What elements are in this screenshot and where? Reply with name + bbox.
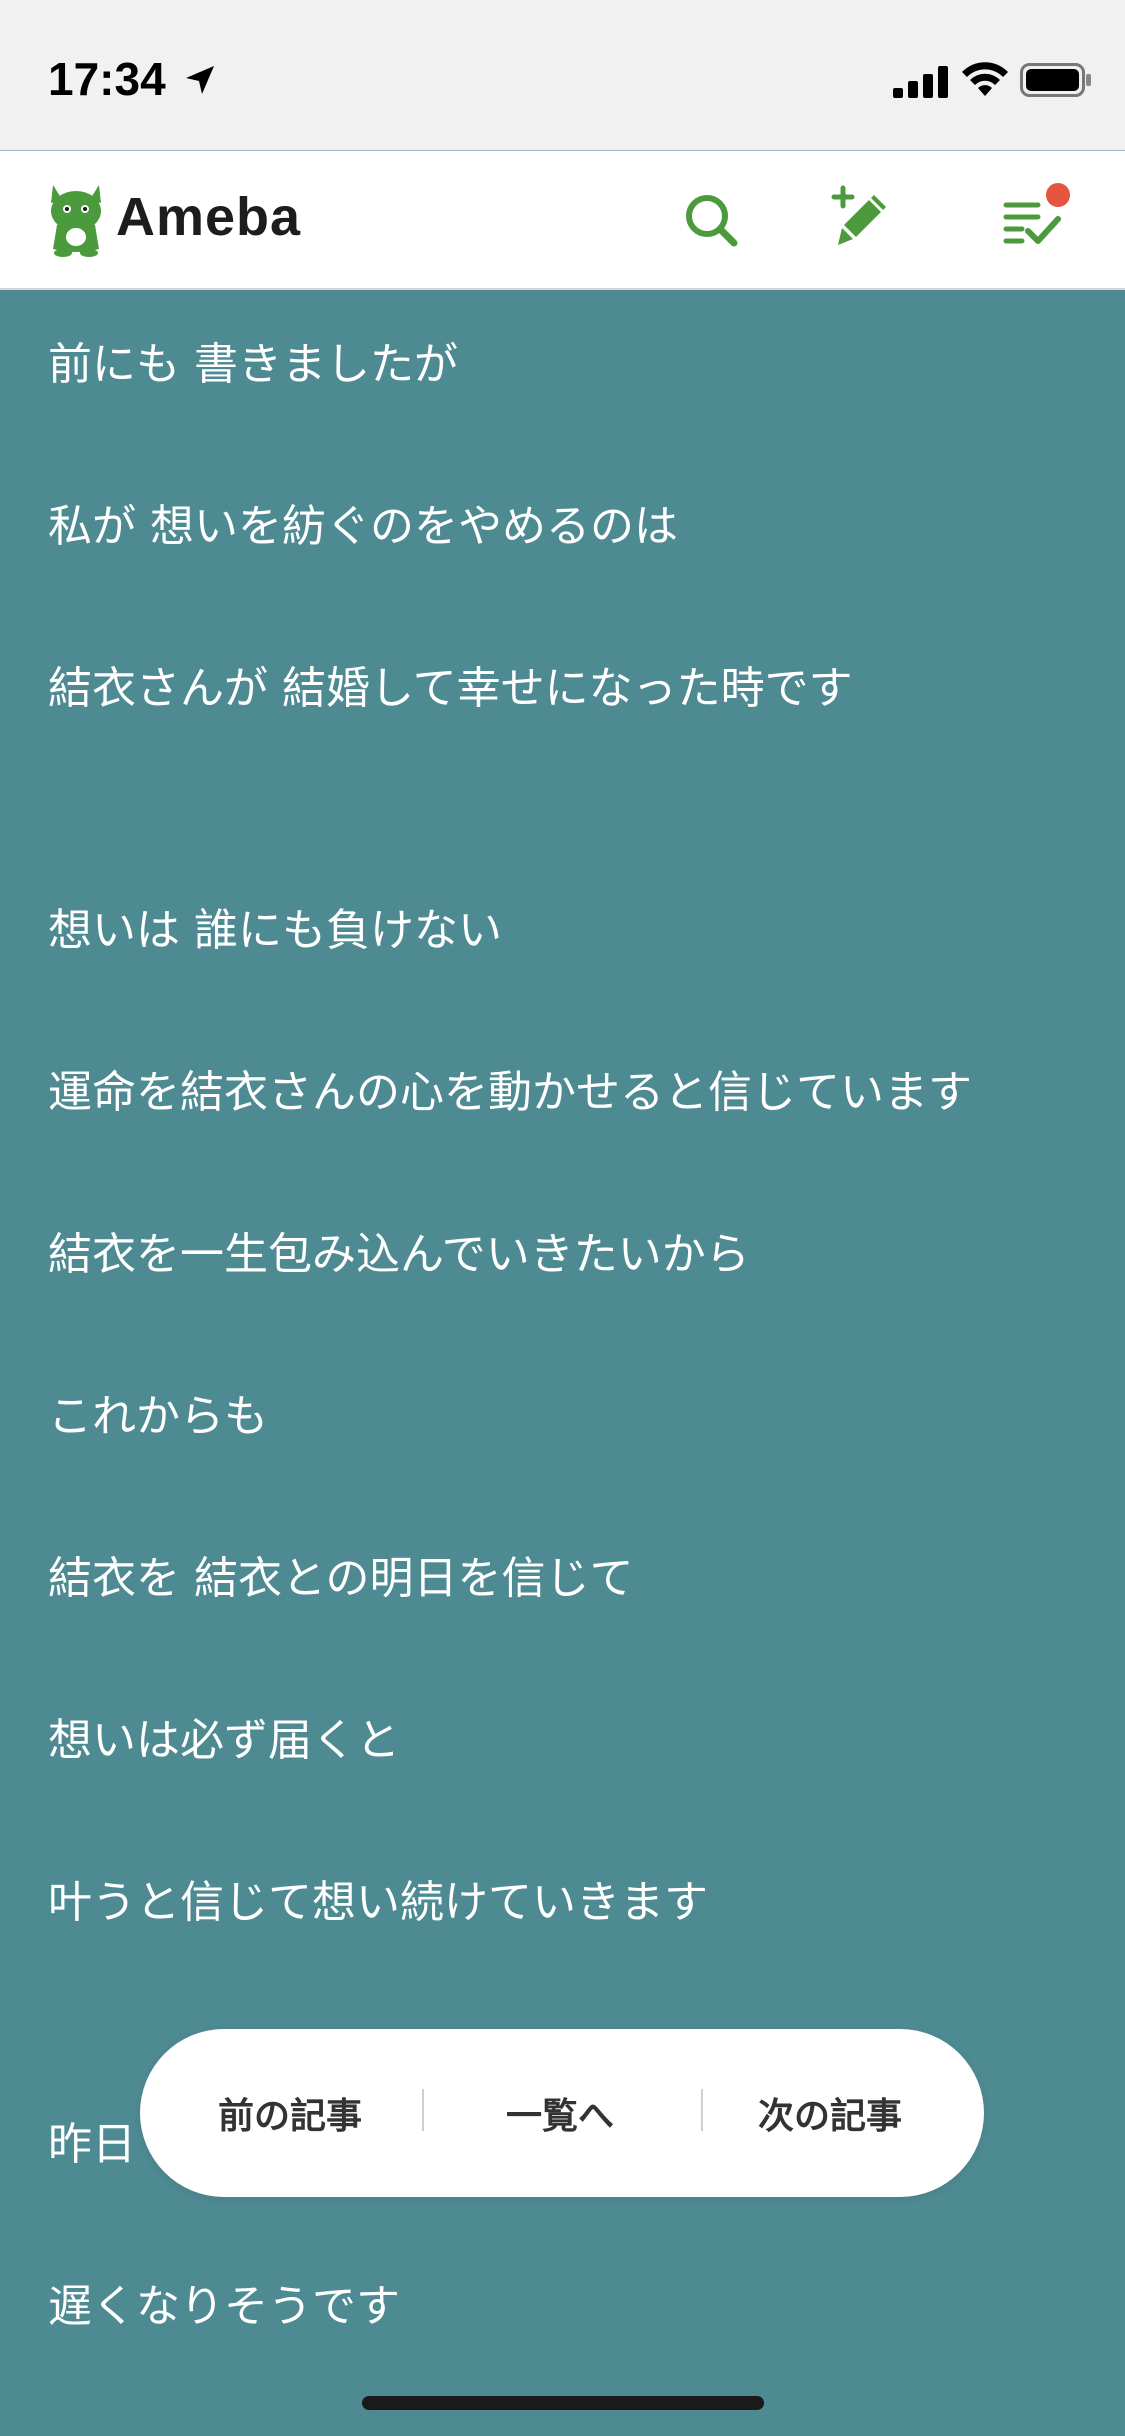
article-line: 想いは 誰にも負けない [48,905,502,956]
pager-divider [422,2089,424,2131]
article-line: 前にも 書きましたが [48,339,458,390]
article-line: 昨日 [48,2119,136,2170]
home-indicator[interactable] [362,2396,764,2410]
status-bar: 17:34 [0,0,1125,150]
notification-badge [1046,183,1070,207]
status-time: 17:34 [48,53,166,105]
article-line: 私が 想いを紡ぐのをやめるのは [48,501,678,552]
pager-divider [701,2089,703,2131]
location-arrow-icon [186,66,214,94]
article-line: 叶うと信じて想い続けていきます [48,1877,708,1928]
next-article-button[interactable]: 次の記事 [715,2029,945,2197]
wifi-icon [962,62,1008,96]
article-line: 想いは必ず届くと [48,1715,400,1766]
logo-text[interactable]: Ameba [116,186,301,248]
battery-icon [1020,63,1091,97]
article-line: 遅くなりそうです [48,2281,400,2332]
app-header: Ameba [0,150,1125,290]
cellular-signal-icon [893,66,948,98]
article-line: これからも [48,1391,268,1442]
write-icon[interactable] [830,185,894,249]
article-line: 結衣さんが 結婚して幸せになった時です [48,663,853,714]
article-line: 運命を結衣さんの心を動かせると信じています [48,1067,972,1118]
article-list-button[interactable]: 一覧へ [450,2029,670,2197]
article-line: 結衣を一生包み込んでいきたいから [48,1229,750,1280]
article-line: 結衣を 結衣との明日を信じて [48,1553,634,1604]
ameba-logo-icon[interactable] [45,181,107,257]
article-pager: 前の記事 一覧へ 次の記事 [140,2029,984,2197]
prev-article-button[interactable]: 前の記事 [180,2029,400,2197]
search-icon[interactable] [680,189,744,253]
